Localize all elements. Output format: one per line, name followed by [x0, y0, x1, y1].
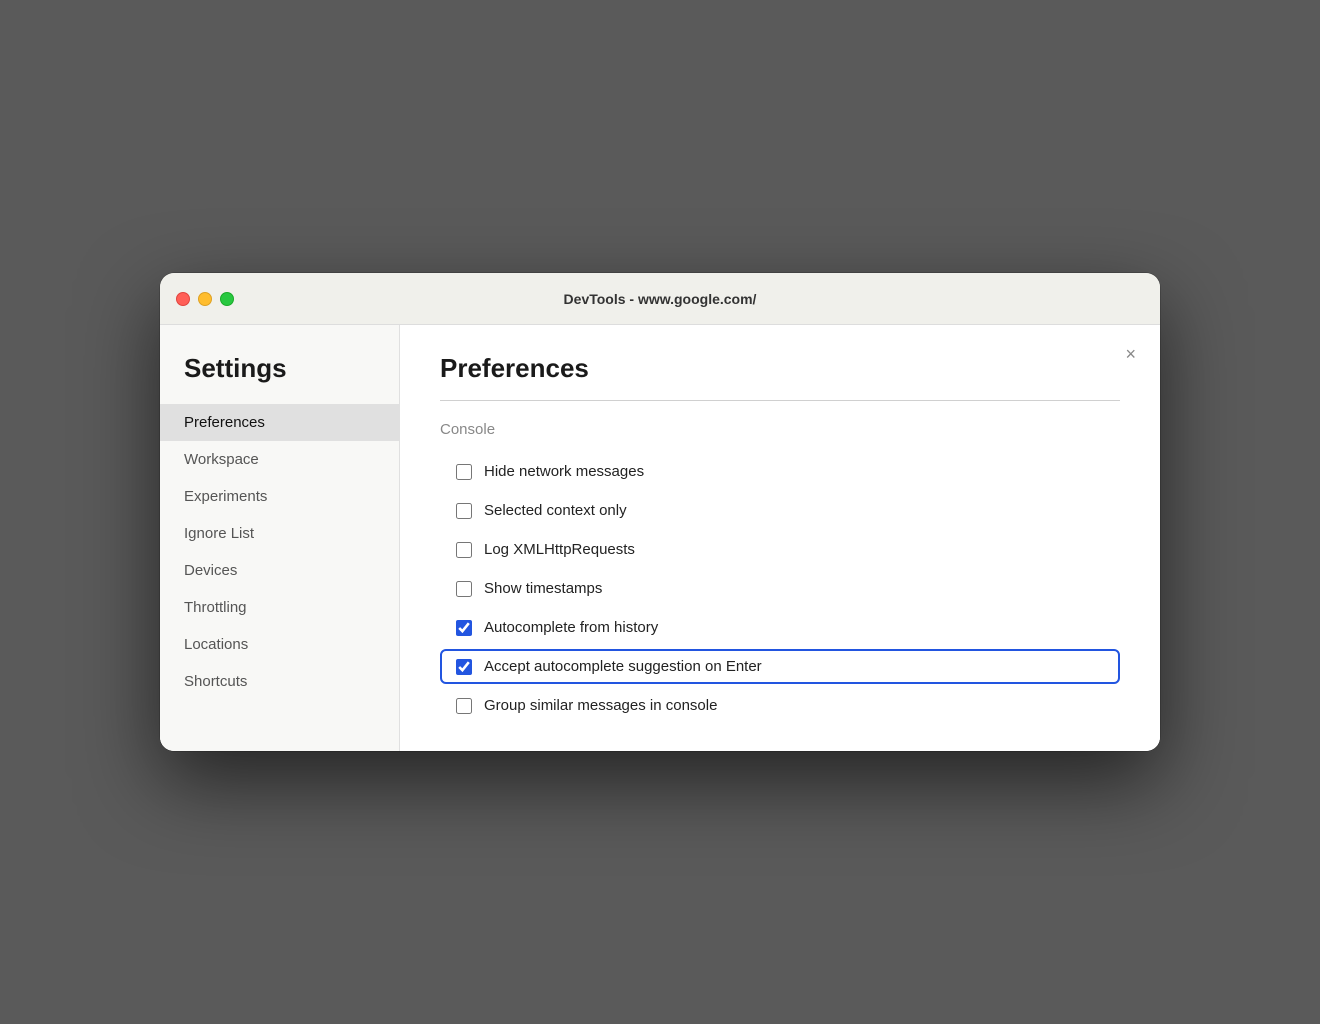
checkbox-log-xmlhttp[interactable] [456, 542, 472, 558]
checkbox-label-show-timestamps: Show timestamps [484, 580, 602, 597]
close-button[interactable] [176, 292, 190, 306]
sidebar-item-shortcuts[interactable]: Shortcuts [160, 663, 399, 700]
checkbox-autocomplete-history[interactable] [456, 620, 472, 636]
sidebar-item-devices[interactable]: Devices [160, 552, 399, 589]
checkbox-selected-context[interactable] [456, 503, 472, 519]
checkbox-label-log-xmlhttp: Log XMLHttpRequests [484, 541, 635, 558]
checkbox-row-log-xmlhttp[interactable]: Log XMLHttpRequests [440, 532, 1120, 567]
titlebar: DevTools - www.google.com/ [160, 273, 1160, 325]
checkbox-label-hide-network: Hide network messages [484, 463, 644, 480]
checkbox-label-autocomplete-enter: Accept autocomplete suggestion on Enter [484, 658, 762, 675]
devtools-window: DevTools - www.google.com/ Settings Pref… [160, 273, 1160, 751]
main-panel: × Preferences Console Hide network messa… [400, 325, 1160, 751]
checkbox-show-timestamps[interactable] [456, 581, 472, 597]
checkbox-autocomplete-enter[interactable] [456, 659, 472, 675]
checkbox-label-group-similar: Group similar messages in console [484, 697, 717, 714]
traffic-lights [176, 292, 234, 306]
panel-title: Preferences [440, 353, 1120, 384]
content-area: Settings Preferences Workspace Experimen… [160, 325, 1160, 751]
checkbox-hide-network[interactable] [456, 464, 472, 480]
close-panel-button[interactable]: × [1125, 345, 1136, 363]
window-title: DevTools - www.google.com/ [564, 291, 757, 307]
minimize-button[interactable] [198, 292, 212, 306]
maximize-button[interactable] [220, 292, 234, 306]
checkbox-row-hide-network[interactable]: Hide network messages [440, 454, 1120, 489]
sidebar-item-experiments[interactable]: Experiments [160, 478, 399, 515]
checkbox-row-selected-context[interactable]: Selected context only [440, 493, 1120, 528]
checkbox-row-group-similar[interactable]: Group similar messages in console [440, 688, 1120, 723]
sidebar: Settings Preferences Workspace Experimen… [160, 325, 400, 751]
checkbox-row-autocomplete-enter[interactable]: Accept autocomplete suggestion on Enter [440, 649, 1120, 684]
checkbox-list: Hide network messages Selected context o… [440, 454, 1120, 723]
sidebar-heading: Settings [160, 353, 399, 404]
sidebar-item-throttling[interactable]: Throttling [160, 589, 399, 626]
sidebar-item-workspace[interactable]: Workspace [160, 441, 399, 478]
checkbox-label-selected-context: Selected context only [484, 502, 627, 519]
checkbox-row-autocomplete-history[interactable]: Autocomplete from history [440, 610, 1120, 645]
sidebar-item-ignore-list[interactable]: Ignore List [160, 515, 399, 552]
checkbox-group-similar[interactable] [456, 698, 472, 714]
sidebar-item-preferences[interactable]: Preferences [160, 404, 399, 441]
section-title: Console [440, 421, 1120, 438]
divider [440, 400, 1120, 401]
sidebar-item-locations[interactable]: Locations [160, 626, 399, 663]
checkbox-label-autocomplete-history: Autocomplete from history [484, 619, 658, 636]
checkbox-row-show-timestamps[interactable]: Show timestamps [440, 571, 1120, 606]
